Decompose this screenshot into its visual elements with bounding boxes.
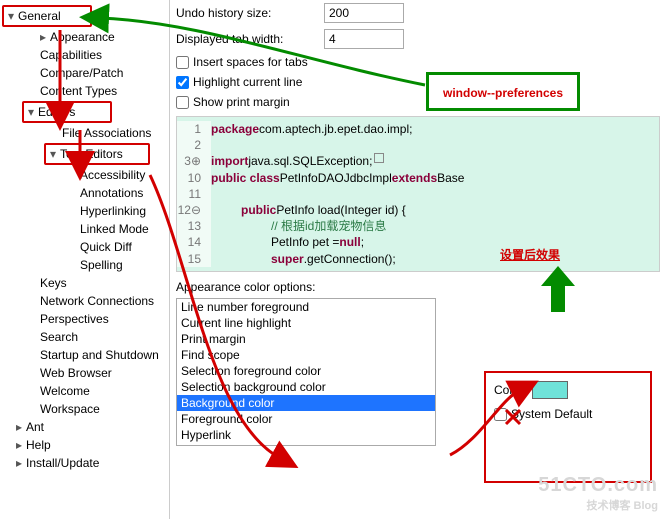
print-margin-checkbox[interactable] <box>176 96 189 109</box>
color-panel: Color: System Default <box>484 371 652 483</box>
tree-compare-patch[interactable]: Compare/Patch <box>0 64 169 82</box>
tree-search[interactable]: Search <box>0 328 169 346</box>
print-margin-label: Show print margin <box>193 95 290 109</box>
tree-editors[interactable]: ▾Editors <box>24 103 110 121</box>
tree-welcome[interactable]: Welcome <box>0 382 169 400</box>
tree-help[interactable]: ▸Help <box>0 436 169 454</box>
tree-linked-mode[interactable]: Linked Mode <box>0 220 169 238</box>
tabwidth-label: Displayed tab width: <box>176 32 324 46</box>
opt-current-line[interactable]: Current line highlight <box>177 315 435 331</box>
tree-spelling[interactable]: Spelling <box>0 256 169 274</box>
tree-network[interactable]: Network Connections <box>0 292 169 310</box>
tree-file-associations[interactable]: File Associations <box>0 124 169 142</box>
insert-spaces-checkbox[interactable] <box>176 56 189 69</box>
opt-print-margin[interactable]: Print margin <box>177 331 435 347</box>
preferences-tree: ▾General ▸Appearance Capabilities Compar… <box>0 0 170 519</box>
tree-annotations[interactable]: Annotations <box>0 184 169 202</box>
tree-capabilities[interactable]: Capabilities <box>0 46 169 64</box>
system-default-checkbox[interactable] <box>494 408 507 421</box>
watermark: 51CTO.com 技术博客 Blog <box>538 474 658 513</box>
color-label: Color: <box>494 383 526 397</box>
tree-perspectives[interactable]: Perspectives <box>0 310 169 328</box>
highlight-line-checkbox[interactable] <box>176 76 189 89</box>
opt-selection-fg[interactable]: Selection foreground color <box>177 363 435 379</box>
tree-general[interactable]: ▾General <box>4 7 90 25</box>
undo-input[interactable] <box>324 3 404 23</box>
opt-background[interactable]: Background color <box>177 395 435 411</box>
undo-label: Undo history size: <box>176 6 324 20</box>
tree-install-update[interactable]: ▸Install/Update <box>0 454 169 472</box>
tree-appearance[interactable]: ▸Appearance <box>0 28 169 46</box>
insert-spaces-label: Insert spaces for tabs <box>193 55 308 69</box>
appearance-options-label: Appearance color options: <box>176 280 660 294</box>
tree-hyperlinking[interactable]: Hyperlinking <box>0 202 169 220</box>
opt-find-scope[interactable]: Find scope <box>177 347 435 363</box>
opt-hyperlink[interactable]: Hyperlink <box>177 427 435 443</box>
code-preview: 1package com.aptech.jb.epet.dao.impl; 2 … <box>176 116 660 272</box>
highlight-line-label: Highlight current line <box>193 75 302 89</box>
color-options-list[interactable]: Line number foreground Current line high… <box>176 298 436 446</box>
tree-keys[interactable]: Keys <box>0 274 169 292</box>
callout-window-preferences: window--preferences <box>426 72 580 111</box>
opt-foreground[interactable]: Foreground color <box>177 411 435 427</box>
color-swatch-button[interactable] <box>532 381 568 399</box>
tree-workspace[interactable]: Workspace <box>0 400 169 418</box>
tree-ant[interactable]: ▸Ant <box>0 418 169 436</box>
tree-text-editors[interactable]: ▾Text Editors <box>46 145 148 163</box>
tree-web-browser[interactable]: Web Browser <box>0 364 169 382</box>
tree-startup[interactable]: Startup and Shutdown <box>0 346 169 364</box>
tree-content-types[interactable]: Content Types <box>0 82 169 100</box>
system-default-label: System Default <box>511 407 592 421</box>
tree-accessibility[interactable]: Accessibility <box>0 166 169 184</box>
opt-selection-bg[interactable]: Selection background color <box>177 379 435 395</box>
tabwidth-input[interactable] <box>324 29 404 49</box>
opt-line-number-fg[interactable]: Line number foreground <box>177 299 435 315</box>
note-result: 设置后效果 <box>500 246 560 264</box>
tree-quick-diff[interactable]: Quick Diff <box>0 238 169 256</box>
settings-panel: Undo history size: Displayed tab width: … <box>170 0 666 519</box>
